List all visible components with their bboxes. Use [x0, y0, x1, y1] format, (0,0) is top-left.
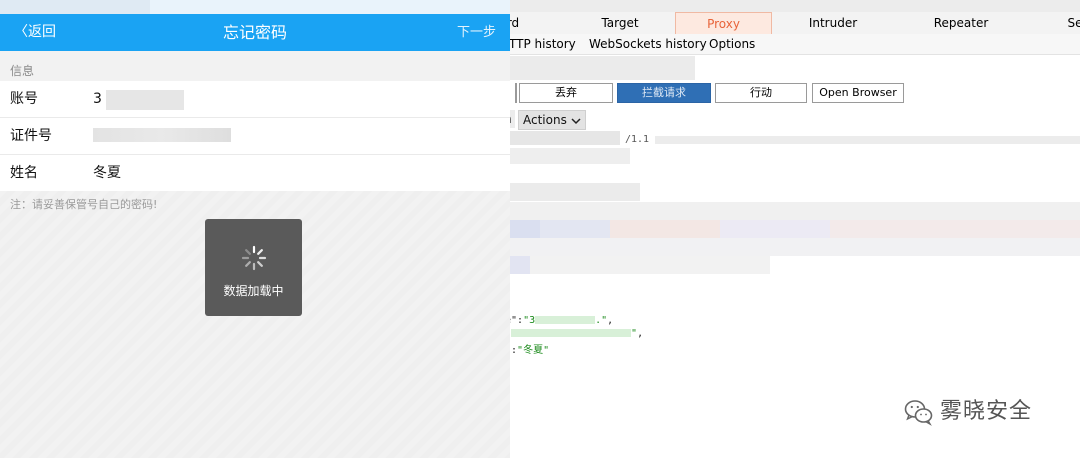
intercept-button[interactable]: 拦截请求 — [617, 83, 711, 103]
wechat-icon — [904, 400, 933, 426]
forward-button-edge — [515, 83, 517, 103]
back-button[interactable]: 〈返回 — [14, 14, 56, 51]
mosaic-blur — [510, 183, 640, 201]
mosaic-blur — [510, 202, 1080, 220]
actions-dropdown[interactable]: Actions — [518, 110, 586, 130]
name-value: 冬夏 — [93, 165, 121, 181]
mosaic-blur — [0, 0, 150, 14]
mobile-app-screen: 忘记密码 〈返回 下一步 信息 账号 3 证件号 姓名 冬夏 注：请妥善保管号自… — [0, 0, 510, 458]
next-step-button[interactable]: 下一步 — [457, 14, 496, 51]
json-value: "冬夏" — [517, 345, 550, 356]
mosaic-blur — [530, 256, 770, 274]
mosaic-blur — [540, 220, 610, 238]
burp-suite-panel: rd Target Proxy Intruder Repeater Se TTP… — [495, 0, 1080, 458]
nav-bar: 忘记密码 〈返回 下一步 — [0, 14, 510, 51]
mosaic-blur — [93, 128, 231, 142]
action-button[interactable]: 行动 — [715, 83, 807, 103]
mosaic-blur — [535, 316, 596, 324]
mosaic-blur — [510, 256, 530, 274]
open-browser-button[interactable]: Open Browser — [812, 83, 904, 103]
json-line-1: e":"3.", — [505, 315, 613, 326]
mosaic-blur — [106, 90, 184, 110]
subtab-websockets-history[interactable]: WebSockets history — [589, 34, 707, 54]
mosaic-blur — [511, 329, 632, 337]
json-value: "3 — [523, 315, 536, 326]
json-line-2: "", — [505, 328, 643, 339]
status-bar — [0, 0, 510, 14]
chevron-down-icon — [571, 113, 581, 127]
subtab-options[interactable]: Options — [709, 34, 755, 54]
mosaic-blur — [510, 220, 540, 238]
loading-spinner-icon — [241, 245, 267, 271]
burp-main-tabs: rd Target Proxy Intruder Repeater Se — [495, 12, 1080, 35]
tab-proxy[interactable]: Proxy — [675, 12, 772, 34]
loading-text: 数据加载中 — [223, 284, 284, 298]
tab-target[interactable]: Target — [595, 12, 645, 34]
password-notice: 注：请妥善保管号自己的密码! — [10, 198, 158, 211]
watermark-text: 雾晓安全 — [940, 399, 1033, 424]
page-title: 忘记密码 — [222, 23, 287, 42]
account-info-form: 账号 3 证件号 姓名 冬夏 — [0, 81, 510, 191]
tab-intruder[interactable]: Intruder — [803, 12, 863, 34]
section-label-info: 信息 — [10, 64, 35, 78]
form-row-account: 账号 3 — [0, 81, 510, 118]
drop-button[interactable]: 丢弃 — [519, 83, 613, 103]
mosaic-blur — [495, 56, 695, 80]
mosaic-blur — [830, 220, 1080, 238]
form-row-id-number: 证件号 — [0, 118, 510, 155]
id-number-label: 证件号 — [10, 128, 52, 144]
loading-toast: 数据加载中 — [205, 219, 302, 316]
actions-label: Actions — [523, 113, 567, 127]
tab-sequencer[interactable]: Se — [1065, 12, 1080, 34]
mosaic-blur — [655, 136, 1080, 144]
form-row-name: 姓名 冬夏 — [0, 155, 510, 191]
burp-top-tab-row — [495, 0, 1080, 12]
mosaic-blur — [510, 238, 1080, 256]
mosaic-blur — [510, 131, 620, 145]
name-label: 姓名 — [10, 165, 38, 181]
http-version-text: /1.1 — [625, 134, 650, 145]
tab-repeater[interactable]: Repeater — [930, 12, 992, 34]
mosaic-blur — [610, 220, 720, 238]
proxy-subtabs: TTP history WebSockets history Options — [495, 34, 1080, 55]
mosaic-blur — [510, 148, 630, 164]
account-value: 3 — [93, 91, 102, 107]
mosaic-blur — [720, 220, 830, 238]
subtab-http-history[interactable]: TTP history — [509, 34, 576, 54]
json-line-3: ":"冬夏" — [505, 345, 550, 356]
account-label: 账号 — [10, 91, 38, 107]
